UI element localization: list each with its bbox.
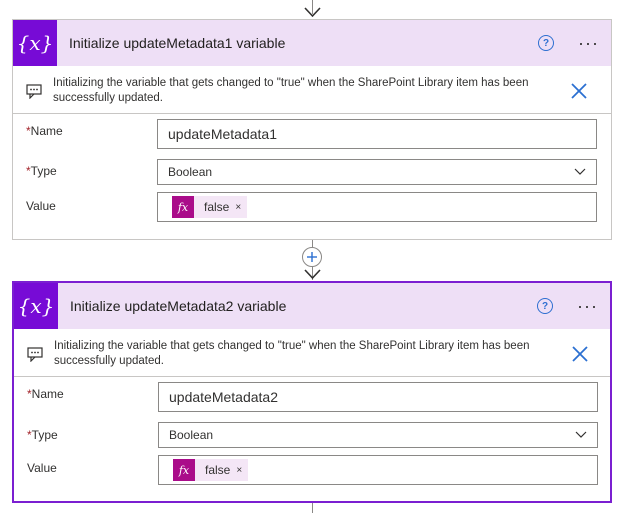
variable-icon: {x} — [14, 283, 58, 329]
chevron-down-icon — [575, 431, 587, 438]
fx-icon: fx — [172, 196, 194, 218]
divider — [14, 376, 610, 377]
card-title[interactable]: Initialize updateMetadata2 variable — [70, 298, 537, 314]
close-comment-icon[interactable] — [571, 345, 589, 363]
comment-text[interactable]: Initializing the variable that gets chan… — [54, 339, 554, 369]
type-dropdown[interactable]: Boolean — [157, 159, 597, 185]
name-value: updateMetadata2 — [169, 389, 278, 405]
type-value: Boolean — [169, 428, 214, 442]
help-icon[interactable]: ? — [537, 298, 554, 314]
name-label: *Name — [26, 124, 63, 138]
name-field[interactable]: updateMetadata2 — [158, 382, 598, 412]
value-field[interactable]: fx false × — [158, 455, 598, 485]
action-card-initialize-variable-2[interactable]: {x} Initialize updateMetadata2 variable … — [12, 281, 612, 503]
name-label: *Name — [27, 387, 64, 401]
type-value: Boolean — [168, 165, 213, 179]
expression-token[interactable]: fx false × — [173, 459, 249, 481]
card-title[interactable]: Initialize updateMetadata1 variable — [69, 35, 538, 51]
card-header[interactable]: {x} Initialize updateMetadata1 variable … — [13, 20, 611, 66]
action-card-initialize-variable-1[interactable]: {x} Initialize updateMetadata1 variable … — [12, 19, 612, 240]
variable-icon: {x} — [13, 20, 57, 66]
type-label: *Type — [26, 164, 57, 178]
comment-bar: Initializing the variable that gets chan… — [13, 67, 611, 114]
value-label: Value — [26, 199, 56, 213]
name-value: updateMetadata1 — [168, 126, 277, 142]
token-text: false — [204, 200, 230, 214]
arrow-down-icon — [304, 269, 321, 280]
arrow-down-icon — [304, 7, 321, 18]
connector-line-bottom — [312, 503, 313, 513]
expression-token[interactable]: fx false × — [172, 196, 248, 218]
fx-icon: fx — [173, 459, 195, 481]
remove-token-icon[interactable]: × — [236, 465, 248, 476]
type-dropdown[interactable]: Boolean — [158, 422, 598, 448]
plus-icon — [307, 252, 317, 262]
close-comment-icon[interactable] — [570, 82, 588, 100]
divider — [13, 113, 611, 114]
more-options-icon[interactable]: ··· — [578, 34, 599, 52]
card-header[interactable]: {x} Initialize updateMetadata2 variable … — [14, 283, 610, 329]
comment-text[interactable]: Initializing the variable that gets chan… — [53, 76, 553, 106]
add-step-button[interactable] — [302, 247, 322, 267]
comment-icon — [27, 347, 43, 362]
name-field[interactable]: updateMetadata1 — [157, 119, 597, 149]
comment-bar: Initializing the variable that gets chan… — [14, 330, 610, 377]
value-label: Value — [27, 461, 57, 475]
more-options-icon[interactable]: ··· — [577, 297, 598, 315]
remove-token-icon[interactable]: × — [235, 202, 247, 213]
type-label: *Type — [27, 428, 58, 442]
token-text: false — [205, 463, 231, 477]
help-icon[interactable]: ? — [538, 35, 555, 51]
value-field[interactable]: fx false × — [157, 192, 597, 222]
comment-icon — [26, 84, 42, 99]
chevron-down-icon — [574, 168, 586, 175]
